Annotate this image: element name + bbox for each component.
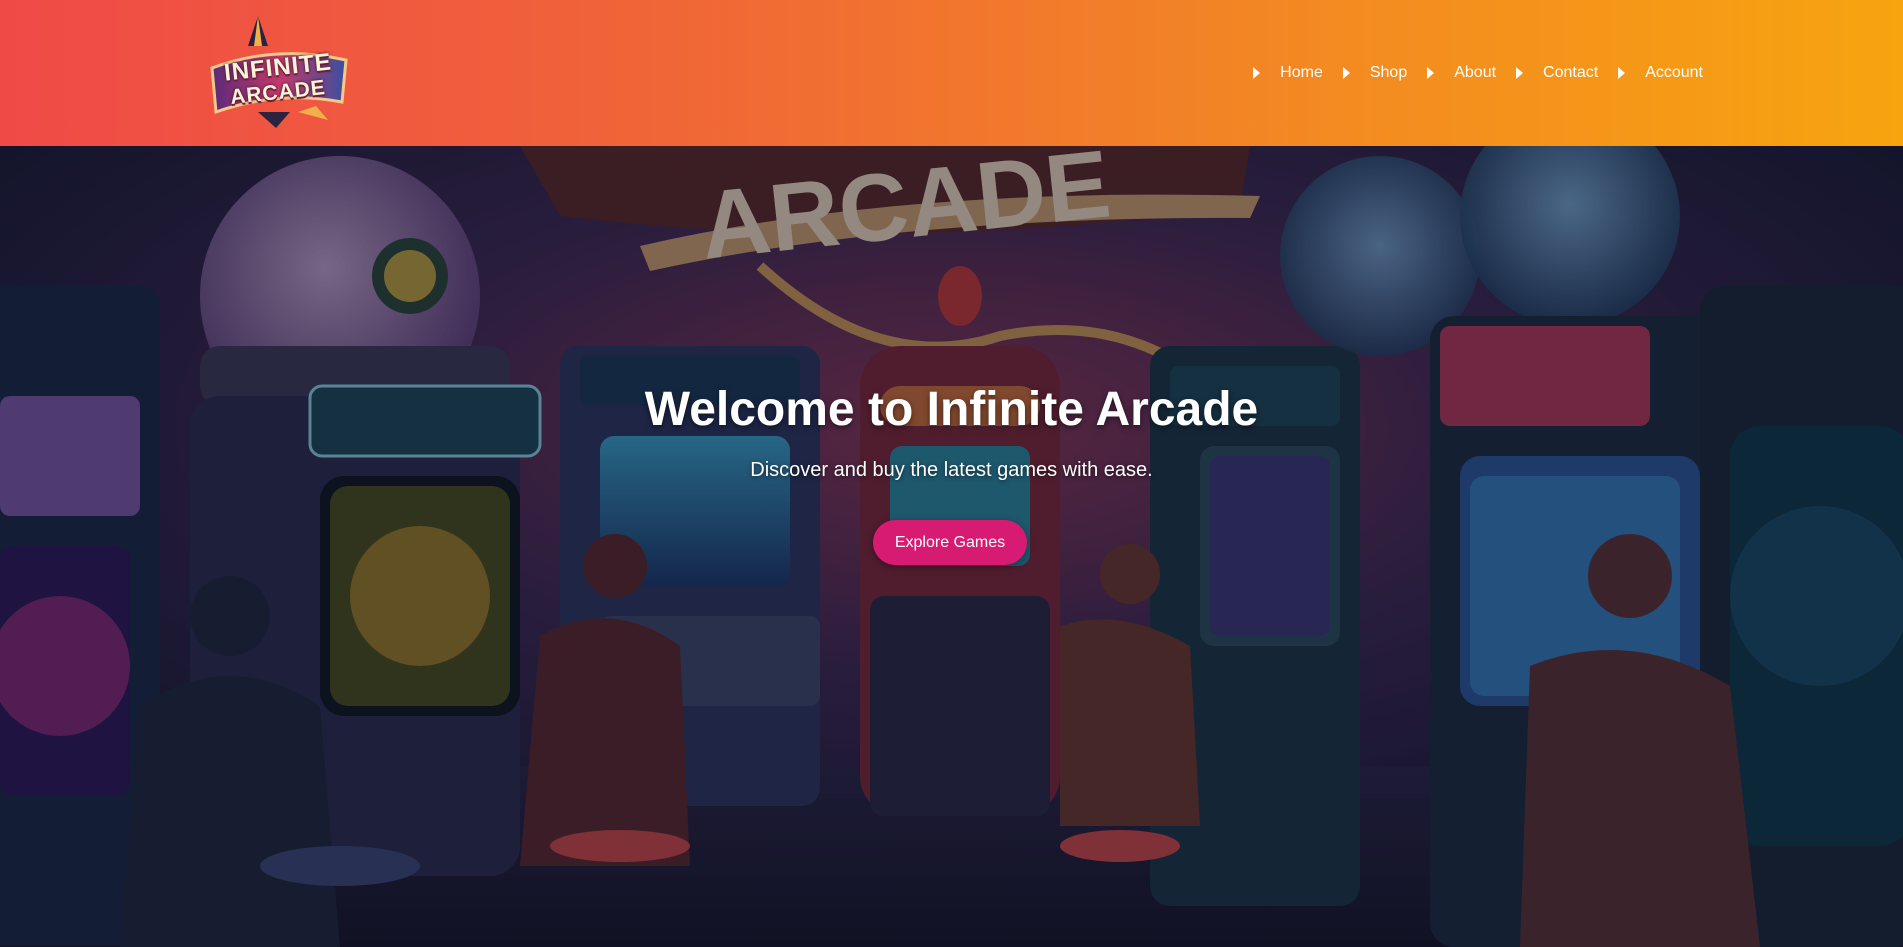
- explore-games-button[interactable]: Explore Games: [873, 520, 1027, 565]
- nav-item-label: About: [1454, 64, 1497, 81]
- hero-subtitle: Discover and buy the latest games with e…: [750, 459, 1153, 481]
- nav-item-label: Account: [1645, 64, 1703, 81]
- nav-item-label: Home: [1280, 64, 1323, 81]
- nav-item-about[interactable]: About: [1427, 64, 1496, 82]
- nav-item-shop[interactable]: Shop: [1342, 64, 1408, 82]
- site-header: INFINITE ARCADE Home Shop About Contact …: [0, 0, 1903, 146]
- caret-right-icon: [1253, 67, 1261, 79]
- nav-item-account[interactable]: Account: [1618, 64, 1703, 82]
- caret-right-icon: [1618, 67, 1626, 79]
- nav-item-label: Shop: [1369, 64, 1408, 81]
- caret-right-icon: [1342, 67, 1350, 79]
- caret-right-icon: [1427, 67, 1435, 79]
- hero-title: Welcome to Infinite Arcade: [644, 383, 1259, 436]
- nav-item-contact[interactable]: Contact: [1516, 64, 1598, 82]
- brand-logo[interactable]: INFINITE ARCADE: [206, 16, 350, 128]
- hero-section: ARCADE Welcome to Infinite Arcade Discov…: [0, 146, 1903, 947]
- nav-item-home[interactable]: Home: [1253, 64, 1323, 82]
- caret-right-icon: [1516, 67, 1524, 79]
- nav-item-label: Contact: [1543, 64, 1599, 81]
- main-nav: Home Shop About Contact Account: [1233, 58, 1703, 88]
